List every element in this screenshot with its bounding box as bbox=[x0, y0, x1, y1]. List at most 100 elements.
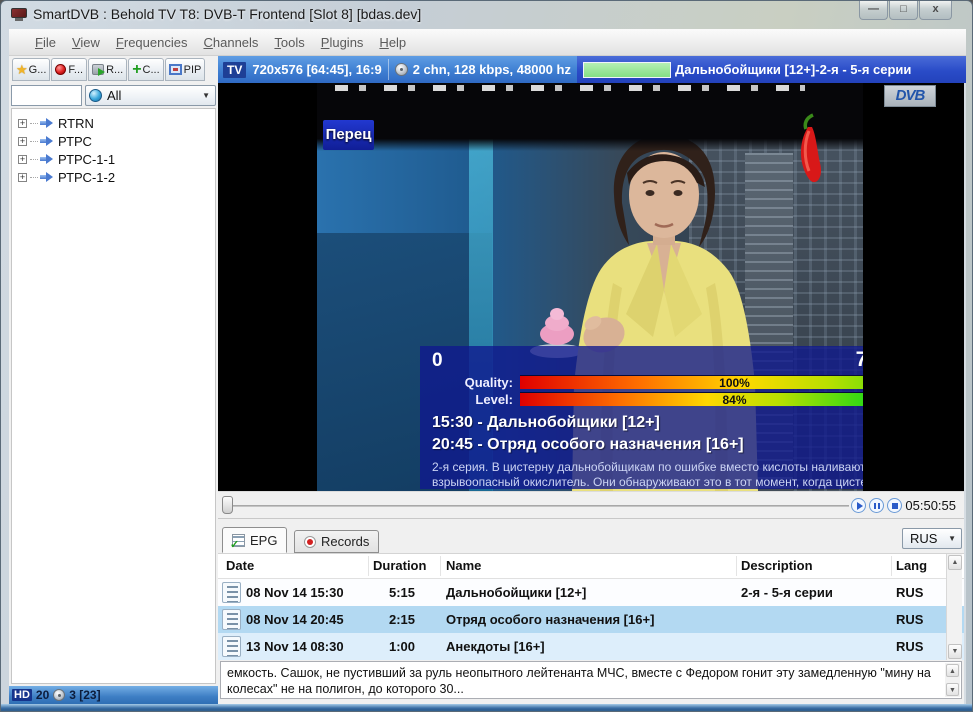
channels-add-button[interactable]: +C... bbox=[128, 58, 163, 81]
signal-progressbar bbox=[583, 62, 671, 78]
seek-slider[interactable] bbox=[222, 496, 233, 514]
favorites-button[interactable]: F... bbox=[51, 58, 87, 81]
scroll-up-icon[interactable]: ▲ bbox=[948, 555, 962, 570]
titlebar[interactable]: SmartDVB : Behold TV T8: DVB-T Frontend … bbox=[1, 1, 973, 29]
record-dot-icon bbox=[304, 536, 316, 548]
column-date[interactable]: Date bbox=[226, 558, 254, 573]
hd-badge: HD bbox=[12, 689, 32, 701]
letterbox-band bbox=[317, 83, 863, 151]
dvb-logo: DVB bbox=[884, 85, 936, 107]
program-list-icon bbox=[222, 636, 241, 657]
epg-table: Date Duration Name Description Lang 08 N… bbox=[218, 553, 964, 659]
current-channel-title: Дальнобойщики [12+]-2-я - 5-я серии bbox=[675, 62, 911, 77]
table-row[interactable]: 08 Nov 14 15:30 5:15 Дальнобойщики [12+]… bbox=[218, 579, 964, 606]
search-input[interactable] bbox=[11, 85, 82, 106]
stream-info-bar: TV 720x576 [64:45], 16:9 2 chn, 128 kbps… bbox=[218, 56, 966, 83]
tree-item-rtrs-1-2[interactable]: + РТРС-1-2 bbox=[12, 168, 215, 186]
expand-icon[interactable]: + bbox=[18, 119, 27, 128]
window-border bbox=[1, 704, 973, 712]
quality-value: 100% bbox=[719, 376, 750, 390]
channel-tree: + RTRN + РТРС + РТРС-1-1 + РТРС-1-2 bbox=[11, 108, 216, 684]
elapsed-time: 05:50:55 bbox=[905, 498, 956, 513]
language-dropdown[interactable]: RUS ▼ bbox=[902, 528, 962, 549]
expand-icon[interactable]: + bbox=[18, 137, 27, 146]
language-value: RUS bbox=[910, 531, 937, 546]
audio-count: 3 [23] bbox=[69, 688, 100, 702]
audio-disc-icon bbox=[53, 689, 65, 701]
plus-icon: + bbox=[132, 64, 141, 76]
menu-channels[interactable]: Channels bbox=[195, 32, 266, 53]
group-filter-value: All bbox=[107, 88, 121, 103]
audio-info: 2 chn, 128 kbps, 48000 hz bbox=[413, 62, 571, 77]
chevron-down-icon: ▼ bbox=[202, 91, 210, 100]
maximize-button[interactable]: □ bbox=[889, 1, 918, 20]
channel-section: Дальнобойщики [12+]-2-я - 5-я серии bbox=[577, 56, 966, 83]
epg-list-icon bbox=[232, 534, 245, 547]
osd-counter: 0 bbox=[432, 350, 443, 372]
table-header: Date Duration Name Description Lang bbox=[218, 554, 964, 579]
pip-button[interactable]: PIP bbox=[165, 58, 206, 81]
window-title: SmartDVB : Behold TV T8: DVB-T Frontend … bbox=[33, 6, 421, 22]
scroll-up-icon[interactable]: ▲ bbox=[946, 664, 959, 677]
tree-item-rtrn[interactable]: + RTRN bbox=[12, 114, 215, 132]
gem-icon bbox=[55, 64, 66, 75]
detail-scrollbar[interactable]: ▲ ▼ bbox=[945, 663, 960, 697]
video-frame: Перец 0 720 x 576 Quality: 100% bbox=[317, 83, 863, 491]
scroll-down-icon[interactable]: ▼ bbox=[946, 683, 959, 696]
column-name[interactable]: Name bbox=[446, 558, 481, 573]
play-button[interactable] bbox=[851, 498, 866, 513]
seek-track[interactable] bbox=[228, 505, 849, 507]
channel-sidebar: All ▼ + RTRN + РТРС + РТРС-1-1 + РТ bbox=[9, 83, 218, 704]
video-area[interactable]: Перец 0 720 x 576 Quality: 100% bbox=[218, 83, 964, 491]
menu-help[interactable]: Help bbox=[371, 32, 414, 53]
tree-connector bbox=[30, 141, 38, 142]
column-lang[interactable]: Lang bbox=[896, 558, 927, 573]
menu-plugins[interactable]: Plugins bbox=[313, 32, 372, 53]
program-list-icon bbox=[222, 609, 241, 630]
quality-label: Quality: bbox=[432, 375, 520, 390]
menu-tools[interactable]: Tools bbox=[266, 32, 312, 53]
minimize-button[interactable]: — bbox=[859, 1, 888, 20]
menu-view[interactable]: View bbox=[64, 32, 108, 53]
program-list-icon bbox=[222, 582, 241, 603]
menu-frequencies[interactable]: Frequencies bbox=[108, 32, 196, 53]
video-info: 720x576 [64:45], 16:9 bbox=[252, 62, 381, 77]
channel-arrow-icon bbox=[40, 155, 52, 163]
expand-icon[interactable]: + bbox=[18, 155, 27, 164]
table-scrollbar[interactable]: ▲ ▼ bbox=[946, 554, 962, 660]
table-row-selected[interactable]: 08 Nov 14 20:45 2:15 Отряд особого назна… bbox=[218, 606, 964, 633]
tv-badge: TV bbox=[223, 62, 246, 78]
tree-item-rtrs-1-1[interactable]: + РТРС-1-1 bbox=[12, 150, 215, 168]
globe-icon bbox=[89, 89, 102, 102]
pause-button[interactable] bbox=[869, 498, 884, 513]
osd-next-program: 20:45 - Отряд особого назначения [16+] bbox=[432, 434, 863, 456]
level-label: Level: bbox=[432, 392, 520, 407]
channel-arrow-icon bbox=[40, 173, 52, 181]
epg-panel: EPG Records RUS ▼ Date Duration Name Des… bbox=[218, 518, 964, 704]
hd-count: 20 bbox=[36, 688, 49, 702]
level-value: 84% bbox=[722, 393, 746, 407]
expand-icon[interactable]: + bbox=[18, 173, 27, 182]
column-duration[interactable]: Duration bbox=[373, 558, 426, 573]
osd-overlay: 0 720 x 576 Quality: 100% Level: 84% bbox=[420, 346, 863, 489]
menu-file[interactable]: File bbox=[27, 32, 64, 53]
window-border bbox=[964, 83, 966, 704]
transport-bar: 05:50:55 bbox=[218, 491, 964, 518]
group-filter-dropdown[interactable]: All ▼ bbox=[85, 85, 216, 106]
tree-connector bbox=[30, 123, 38, 124]
stop-button[interactable] bbox=[887, 498, 902, 513]
star-icon: ★ bbox=[16, 62, 28, 78]
scroll-down-icon[interactable]: ▼ bbox=[948, 644, 962, 659]
program-detail-text: емкость. Сашок, не пустивший за руль нео… bbox=[220, 661, 962, 699]
pepper-icon bbox=[791, 111, 829, 191]
tab-epg[interactable]: EPG bbox=[222, 527, 287, 553]
groups-button[interactable]: ★G... bbox=[12, 58, 50, 81]
records-button[interactable]: R... bbox=[88, 58, 127, 81]
perec-channel-logo: Перец bbox=[323, 120, 374, 150]
column-description[interactable]: Description bbox=[741, 558, 813, 573]
channel-arrow-icon bbox=[40, 137, 52, 145]
tab-records[interactable]: Records bbox=[294, 530, 379, 553]
tree-item-rtrs[interactable]: + РТРС bbox=[12, 132, 215, 150]
table-row[interactable]: 13 Nov 14 08:30 1:00 Анекдоты [16+] RUS bbox=[218, 633, 964, 660]
close-button[interactable]: x bbox=[919, 1, 952, 20]
